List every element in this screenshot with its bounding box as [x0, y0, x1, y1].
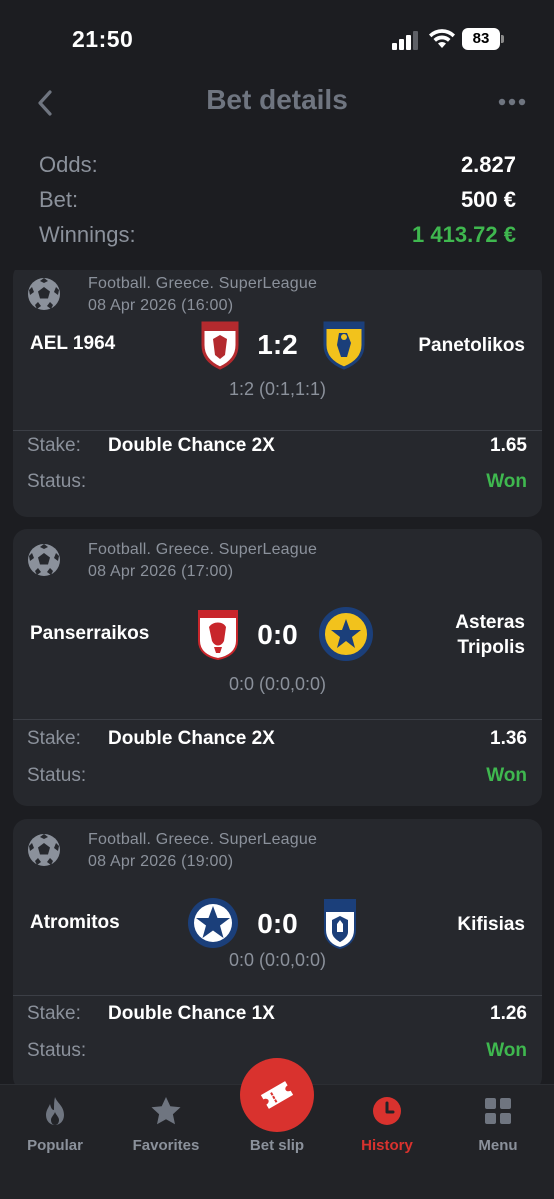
- tab-label: Popular: [27, 1137, 83, 1154]
- divider: [13, 430, 542, 431]
- score-detail: 0:0 (0:0,0:0): [228, 674, 327, 694]
- event-card: Football. Greece. SuperLeague 08 Apr 202…: [13, 529, 542, 806]
- bet-row: Bet: 500 €: [39, 187, 516, 222]
- bet-value: 500 €: [460, 187, 516, 212]
- wifi-icon: [429, 29, 455, 48]
- winnings-value: 1 413.72 €: [412, 222, 516, 247]
- league-name: Football. Greece. SuperLeague: [88, 541, 318, 558]
- stake-value: Double Chance 1X: [108, 1003, 275, 1024]
- asteras-crest-icon: [319, 607, 373, 661]
- status-label: Status:: [27, 765, 87, 786]
- card-header: Football. Greece. SuperLeague 08 Apr 202…: [27, 819, 527, 879]
- score-detail: 1:2 (0:1,1:1): [228, 379, 327, 399]
- tab-label: History: [361, 1137, 413, 1154]
- tab-label: Bet slip: [249, 1137, 305, 1154]
- tab-label: Favorites: [132, 1137, 200, 1154]
- tab-popular[interactable]: Popular: [0, 1085, 110, 1175]
- card-header: Football. Greece. SuperLeague 08 Apr 202…: [27, 529, 527, 589]
- stake-label: Stake:: [27, 1003, 81, 1024]
- away-team: Kifisias: [457, 914, 525, 935]
- stake-value: Double Chance 2X: [108, 728, 275, 749]
- status-label: Status:: [27, 1040, 87, 1061]
- tab-favorites[interactable]: Favorites: [111, 1085, 221, 1175]
- league-name: Football. Greece. SuperLeague: [88, 831, 318, 848]
- divider: [13, 995, 542, 996]
- bet-slip-button[interactable]: [240, 1058, 314, 1132]
- star-icon: [151, 1097, 181, 1125]
- status-value: Won: [486, 1040, 527, 1061]
- tab-menu[interactable]: Menu: [443, 1085, 553, 1175]
- match-date: 08 Apr 2026 (19:00): [88, 853, 234, 870]
- tab-label: Menu: [478, 1137, 518, 1154]
- odds-row: Odds: 2.827: [39, 152, 516, 187]
- match-date: 08 Apr 2026 (17:00): [88, 563, 234, 580]
- tab-history[interactable]: History: [332, 1085, 442, 1175]
- stake-value: Double Chance 2X: [108, 435, 275, 456]
- battery-level: 83: [462, 28, 500, 50]
- football-icon: [28, 278, 60, 310]
- winnings-label: Winnings:: [39, 222, 136, 247]
- more-horizontal-icon[interactable]: [498, 96, 526, 108]
- away-team: Panetolikos: [418, 335, 525, 356]
- odds-value: 2.827: [460, 152, 516, 177]
- status-bar: 21:50 83: [0, 0, 554, 80]
- stake-odd: 1.65: [490, 435, 527, 456]
- status-time: 21:50: [72, 26, 134, 52]
- panetolikos-crest-icon: [323, 321, 365, 370]
- odds-label: Odds:: [39, 152, 98, 177]
- kifisias-crest-icon: [324, 899, 356, 950]
- bet-summary: Odds: 2.827 Bet: 500 € Winnings: 1 413.7…: [39, 152, 516, 257]
- status-value: Won: [486, 765, 527, 786]
- football-icon: [28, 544, 60, 576]
- football-icon: [28, 834, 60, 866]
- page-title: Bet details: [206, 84, 348, 115]
- bet-label: Bet:: [39, 187, 79, 212]
- event-card: Football. Greece. SuperLeague 08 Apr 202…: [13, 270, 542, 517]
- stake-odd: 1.36: [490, 728, 527, 749]
- match-date: 08 Apr 2026 (16:00): [88, 297, 234, 314]
- status-value: Won: [486, 471, 527, 492]
- winnings-row: Winnings: 1 413.72 €: [39, 222, 516, 257]
- league-name: Football. Greece. SuperLeague: [88, 275, 318, 292]
- flame-icon: [46, 1097, 64, 1125]
- away-team: Asteras Tripolis: [455, 612, 525, 658]
- status-label: Status:: [27, 471, 87, 492]
- bet-events-list[interactable]: Football. Greece. SuperLeague 08 Apr 202…: [0, 270, 554, 1084]
- battery-icon: 83: [462, 28, 504, 50]
- event-card: Football. Greece. SuperLeague 08 Apr 202…: [13, 819, 542, 1084]
- signal-icon: [392, 31, 418, 50]
- card-header: Football. Greece. SuperLeague 08 Apr 202…: [27, 270, 527, 323]
- stake-label: Stake:: [27, 728, 81, 749]
- stake-odd: 1.26: [490, 1003, 527, 1024]
- ticket-icon: [260, 1081, 294, 1109]
- score-detail: 0:0 (0:0,0:0): [228, 950, 327, 970]
- grid-icon: [485, 1098, 511, 1124]
- clock-icon: [373, 1097, 401, 1125]
- stake-label: Stake:: [27, 435, 81, 456]
- divider: [13, 719, 542, 720]
